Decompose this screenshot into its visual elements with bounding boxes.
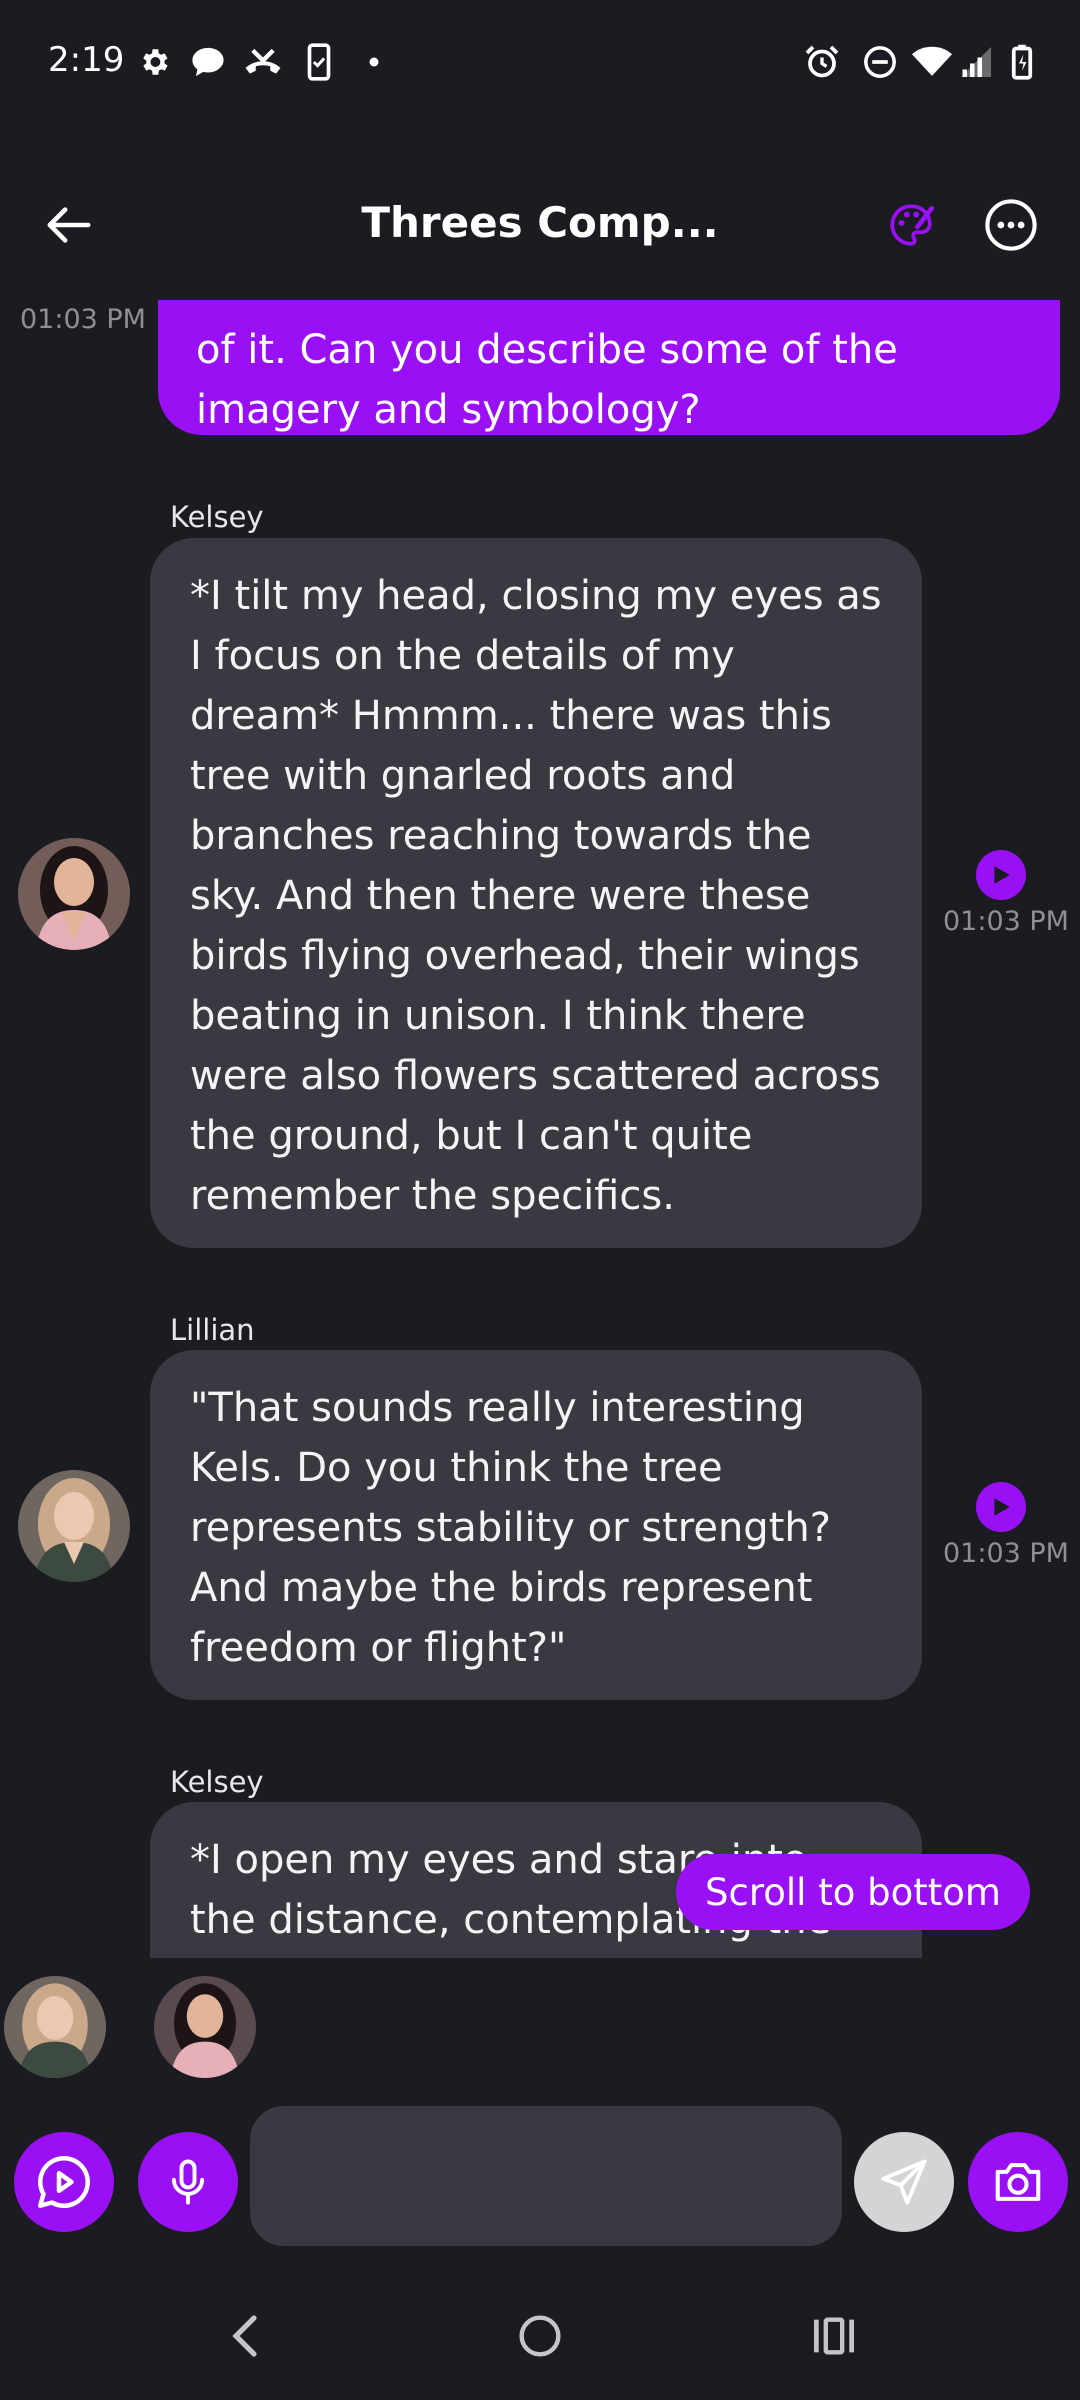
back-arrow-icon: [47, 207, 91, 243]
chat-messages[interactable]: 01:03 PM of it. Can you describe some of…: [0, 300, 1080, 1958]
signal-icon: [956, 42, 996, 82]
camera-icon: [995, 2163, 1041, 2201]
scroll-to-bottom-button[interactable]: Scroll to bottom: [676, 1854, 1030, 1930]
sender-name: Kelsey: [170, 1765, 264, 1799]
message-timestamp: 01:03 PM: [943, 906, 1069, 937]
do-not-disturb-icon: [860, 42, 900, 82]
nav-recents-button[interactable]: [794, 2304, 874, 2368]
character-message-bubble[interactable]: *I tilt my head, closing my eyes as I fo…: [150, 538, 922, 1248]
missed-call-icon: [242, 42, 284, 82]
play-icon: [994, 866, 1010, 884]
camera-button[interactable]: [968, 2132, 1068, 2232]
palette-icon: [890, 204, 935, 246]
microphone-button[interactable]: [138, 2132, 238, 2232]
wifi-icon: [910, 42, 954, 82]
message-timestamp: 01:03 PM: [20, 304, 146, 335]
status-bar: 2:19: [0, 0, 1080, 124]
chat-header: Threes Comp...: [0, 170, 1080, 280]
more-options-button[interactable]: [978, 192, 1044, 258]
character-message-bubble[interactable]: "That sounds really interesting Kels. Do…: [150, 1350, 922, 1700]
play-chat-icon: [38, 2156, 90, 2208]
send-icon: [881, 2159, 927, 2205]
sender-name: Kelsey: [170, 500, 264, 534]
home-nav-icon: [519, 2315, 561, 2357]
theme-button[interactable]: [878, 192, 944, 258]
avatar-lillian[interactable]: [18, 1470, 130, 1582]
avatar-kelsey[interactable]: [18, 838, 130, 950]
alarm-icon: [802, 42, 842, 82]
back-button[interactable]: [36, 192, 102, 258]
more-options-icon: [985, 199, 1037, 251]
nav-back-button[interactable]: [204, 2304, 284, 2368]
message-input[interactable]: [250, 2106, 842, 2246]
participant-avatar-lillian[interactable]: [4, 1976, 106, 2078]
voice-chat-button[interactable]: [14, 2132, 114, 2232]
recents-nav-icon: [814, 2317, 854, 2355]
status-time: 2:19: [48, 40, 125, 80]
play-icon: [994, 1498, 1010, 1516]
nav-home-button[interactable]: [500, 2304, 580, 2368]
message-timestamp: 01:03 PM: [943, 1538, 1069, 1569]
sender-name: Lillian: [170, 1313, 255, 1347]
chat-title: Threes Comp...: [361, 198, 719, 247]
gear-icon: [134, 42, 174, 82]
user-message-bubble[interactable]: of it. Can you describe some of the imag…: [158, 300, 1060, 435]
back-nav-icon: [232, 2315, 257, 2357]
play-audio-button[interactable]: [976, 1482, 1026, 1532]
play-audio-button[interactable]: [976, 850, 1026, 900]
dot-icon: [364, 42, 384, 82]
chat-bubble-icon: [188, 42, 228, 82]
participant-avatar-kelsey[interactable]: [154, 1976, 256, 2078]
send-button[interactable]: [854, 2132, 954, 2232]
phone-check-icon: [304, 42, 334, 82]
battery-charging-icon: [1008, 42, 1036, 82]
microphone-icon: [171, 2159, 205, 2205]
